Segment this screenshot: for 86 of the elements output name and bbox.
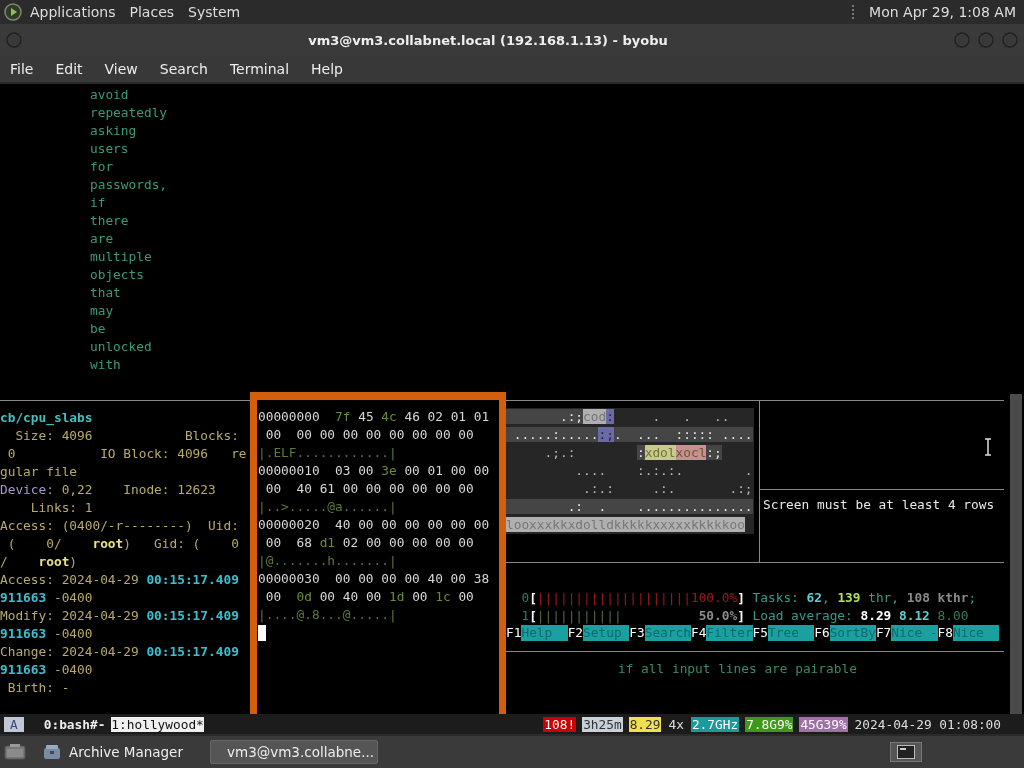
terminal-line: 00 0d 00 40 00 1d 00 1c 00 (264, 588, 475, 606)
terminal-line: |..>.....@a......| (258, 498, 398, 516)
terminal-line: Size: 4096 Blocks: (14, 427, 240, 445)
terminal-line: Links: 1 (29, 499, 94, 517)
terminal-line: Change: 2024-04-29 00:15:17.409 (0, 643, 240, 661)
menu-item[interactable]: Help (311, 61, 343, 77)
terminal-line: 00000030 00 00 00 00 40 00 38 (258, 570, 491, 588)
window-tab[interactable]: 0:bash#- (43, 716, 106, 732)
terminal-line: objects (90, 266, 145, 284)
terminal-line: 911663 -0400 (0, 589, 94, 607)
status-indicator: 2024-04-29 01:08:00 (853, 716, 1002, 732)
panel-menu[interactable]: System (188, 4, 241, 20)
terminal-line: asking (90, 122, 138, 140)
archive-icon (43, 744, 61, 760)
menu-item[interactable]: Search (159, 61, 208, 77)
terminal-line: Screen must be at least 4 rows (762, 496, 996, 514)
scrollbar-thumb[interactable] (1010, 394, 1022, 714)
terminal-line: repeatedly (90, 104, 169, 122)
terminal-icon (897, 745, 915, 759)
terminal-line: 1[||||||||||| 50.0%] Load average: 8.29 8.12 8.00 (520, 607, 970, 625)
status-indicator: 8.29 (628, 716, 662, 732)
ascii-art-drawing: .:;cod: . . .. .....:.....:;. ... ::::: .... .;.: :xdolxocl:; .... :.:.:. . .:.: .:. .:; .: . ............... looxxxkkxdolldkkkkkxxxxxkkkkkoo (506, 408, 754, 534)
taskbar-button[interactable]: Archive Manager (34, 740, 202, 764)
handle-icon (851, 4, 856, 20)
status-indicator: 2.7GHz (690, 716, 740, 732)
menu-item[interactable]: Edit (55, 61, 83, 77)
terminal-line: be (90, 320, 107, 338)
terminal-line: are (90, 230, 115, 248)
terminal-line: with (90, 356, 122, 374)
status-indicator: 45G39% (799, 716, 848, 732)
terminal-line: avoid (90, 86, 130, 104)
status-indicator: 108! (543, 716, 577, 732)
workspace-switcher[interactable] (890, 742, 922, 762)
terminal-line: Device: 0,22 Inode: 12623 (0, 481, 217, 499)
window-tab[interactable]: 1:hollywood* (111, 716, 204, 732)
terminal-line: 911663 -0400 (0, 661, 94, 679)
terminal-line: 00 68 d1 02 00 00 00 00 00 (264, 534, 475, 552)
terminal-line: may (90, 302, 115, 320)
terminal-line: ( 0/ root) Gid: ( 0 (6, 535, 240, 553)
menu-item[interactable]: File (10, 61, 34, 77)
terminal-line: if (90, 194, 107, 212)
terminal-line: Birth: - (6, 679, 71, 697)
terminal-line: 911663 -0400 (0, 625, 94, 643)
window-menu-icon[interactable] (6, 32, 22, 48)
terminal-line: |.ELF............| (258, 444, 398, 462)
menu-item[interactable]: View (104, 61, 138, 77)
session-badge: A (4, 716, 24, 732)
text-cursor (258, 625, 266, 641)
terminal-line: 0[||||||||||||||||||||100.0%] Tasks: 62, 139 thr, 108 kthr; (520, 589, 978, 607)
close-icon[interactable] (1002, 32, 1018, 48)
foot-logo-icon[interactable] (4, 3, 22, 21)
terminal-line: cb/cpu_slabs (0, 409, 94, 427)
terminal-line: 0 IO Block: 4096 re (6, 445, 248, 463)
terminal-line: passwords, (90, 176, 169, 194)
terminal-line: that (90, 284, 122, 302)
panel-menu[interactable]: Applications (30, 4, 116, 20)
terminal-line: users (90, 140, 130, 158)
terminal-line: there (90, 212, 130, 230)
terminal-line: Modify: 2024-04-29 00:15:17.409 (0, 607, 240, 625)
panel-menu[interactable]: Places (129, 4, 175, 20)
text-cursor-icon (984, 438, 992, 456)
terminal-line: 00 00 00 00 00 00 00 00 00 (264, 426, 475, 444)
clock[interactable]: Mon Apr 29, 1:08 AM (869, 4, 1016, 20)
terminal-line: Access: 2024-04-29 00:15:17.409 (0, 571, 240, 589)
show-desktop-icon[interactable] (4, 743, 26, 761)
terminal-line: / root) (0, 553, 79, 571)
terminal-line: 00000020 40 00 00 00 00 00 00 (258, 516, 491, 534)
terminal-line: 00000000 7f 45 4c 46 02 01 01 (258, 408, 491, 426)
minimize-icon[interactable] (954, 32, 970, 48)
status-indicator: 3h25m (582, 716, 623, 732)
status-indicator: 4x (667, 716, 685, 732)
terminal-line: multiple (90, 248, 153, 266)
terminal-line: gular file (0, 463, 79, 481)
maximize-icon[interactable] (978, 32, 994, 48)
terminal-line: 00 40 61 00 00 00 00 00 00 (264, 480, 475, 498)
menu-item[interactable]: Terminal (229, 61, 290, 77)
terminal-line: unlocked (90, 338, 153, 356)
taskbar-button[interactable]: vm3@vm3.collabne... (210, 740, 378, 764)
terminal-line: |....@.8...@.....| (258, 606, 398, 624)
terminal-line: 00000010 03 00 3e 00 01 00 00 (258, 462, 491, 480)
terminal-line: for (90, 158, 115, 176)
terminal-line: if all input lines are pairable (617, 660, 858, 678)
terminal-line: |@.......h.......| (258, 552, 398, 570)
status-indicator: 7.8G9% (745, 716, 794, 732)
window-title: vm3@vm3.collabnet.local (192.168.1.13) - byobu (307, 32, 669, 48)
terminal-line: Access: (0400/-r--------) Uid: (0, 517, 240, 535)
